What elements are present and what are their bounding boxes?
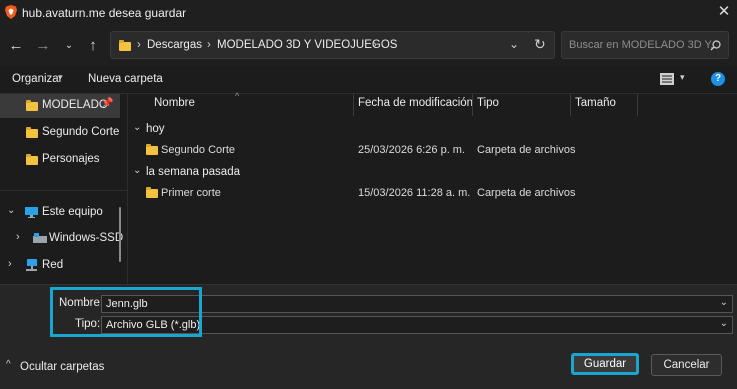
up-arrow-icon[interactable]: ↑: [83, 36, 103, 56]
breadcrumb-descargas[interactable]: Descargas: [147, 39, 202, 51]
save-button[interactable]: Guardar: [571, 353, 639, 375]
organize-button[interactable]: Organizar: [12, 73, 63, 85]
brave-icon: [5, 5, 17, 19]
group-header-la-semana-pasada[interactable]: la semana pasada: [146, 166, 240, 178]
new-folder-button[interactable]: Nueva carpeta: [88, 73, 163, 85]
recent-locations-chevron-icon[interactable]: ⌄: [59, 36, 79, 56]
breadcrumb-separator-icon: ›: [137, 39, 141, 51]
column-divider[interactable]: [472, 94, 473, 116]
sidebar-item-windows-ssd[interactable]: › Windows-SSD: [0, 227, 124, 251]
refresh-icon[interactable]: ↻: [534, 36, 546, 53]
collapse-chevron-icon[interactable]: ^: [6, 359, 11, 370]
folder-icon: [119, 40, 131, 51]
collapsed-chevron-icon[interactable]: ›: [16, 231, 20, 243]
sidebar-item-label: Windows-SSD: [49, 232, 124, 244]
folder-icon: [26, 154, 38, 165]
breadcrumb-modelado[interactable]: MODELADO 3D Y VIDEOJUEGOS: [217, 39, 397, 51]
sidebar-item-label: Este equipo: [42, 206, 103, 218]
back-arrow-icon[interactable]: ←: [6, 36, 26, 56]
address-history-chevron-icon[interactable]: ⌄: [509, 37, 519, 51]
sidebar-divider: [0, 190, 127, 191]
sidebar-item-segundo-corte[interactable]: Segundo Corte: [0, 121, 120, 145]
sidebar-scrollbar[interactable]: [119, 207, 121, 262]
folder-icon: [146, 144, 158, 155]
file-row[interactable]: Segundo Corte 25/03/2026 6:26 p. m. Carp…: [137, 140, 727, 161]
folder-icon: [26, 100, 38, 111]
file-type: Carpeta de archivos: [477, 187, 576, 199]
computer-icon: [25, 207, 38, 218]
sidebar-item-label: Red: [42, 259, 64, 271]
pin-icon: 📌: [101, 98, 114, 109]
sidebar-item-este-equipo[interactable]: ⌄ Este equipo: [0, 201, 120, 225]
cancel-button[interactable]: Cancelar: [651, 354, 722, 376]
column-header-type[interactable]: Tipo: [477, 97, 499, 109]
column-header-date[interactable]: Fecha de modificación: [358, 97, 473, 109]
group-chevron-icon[interactable]: ⌄: [133, 122, 141, 133]
file-date: 15/03/2026 11:28 a. m.: [358, 187, 471, 199]
forward-arrow-icon[interactable]: →: [33, 36, 53, 56]
sort-up-icon: ^: [235, 91, 240, 101]
file-name-dropdown-icon[interactable]: ⌄: [720, 297, 728, 308]
drive-icon: [33, 233, 47, 243]
organize-dropdown-icon[interactable]: ▾: [58, 72, 63, 83]
close-icon[interactable]: ✕: [716, 4, 732, 20]
help-icon[interactable]: ?: [711, 72, 725, 86]
window-title: hub.avaturn.me desea guardar: [22, 6, 187, 20]
column-divider[interactable]: [637, 94, 638, 116]
breadcrumb-separator-icon: ›: [373, 39, 377, 51]
file-row[interactable]: Primer corte 15/03/2026 11:28 a. m. Carp…: [137, 183, 727, 204]
file-name: Primer corte: [161, 187, 221, 199]
search-placeholder: Buscar en MODELADO 3D Y...: [569, 39, 720, 51]
sidebar-item-label: Segundo Corte: [42, 126, 120, 138]
group-chevron-icon[interactable]: ⌄: [133, 165, 141, 176]
search-icon: [710, 40, 721, 51]
file-date: 25/03/2026 6:26 p. m.: [358, 144, 466, 156]
column-header-name[interactable]: Nombre: [154, 97, 195, 109]
pane-divider[interactable]: [127, 94, 128, 284]
sidebar-item-red[interactable]: › Red: [0, 254, 120, 278]
column-header-size[interactable]: Tamaño: [575, 97, 616, 109]
hide-folders-button[interactable]: Ocultar carpetas: [20, 361, 104, 373]
folder-icon: [26, 127, 38, 138]
expanded-chevron-icon[interactable]: ⌄: [7, 205, 15, 216]
file-type: Carpeta de archivos: [477, 144, 576, 156]
sidebar-item-label: MODELADO: [42, 99, 108, 111]
file-type-dropdown-icon[interactable]: ⌄: [720, 318, 728, 329]
search-input[interactable]: Buscar en MODELADO 3D Y...: [561, 31, 729, 59]
sidebar-item-label: Personajes: [42, 153, 100, 165]
column-divider[interactable]: [353, 94, 354, 116]
folder-icon: [146, 187, 158, 198]
view-options-icon[interactable]: [660, 73, 674, 85]
highlight-box: [50, 287, 202, 337]
sidebar-item-personajes[interactable]: Personajes: [0, 148, 120, 172]
view-dropdown-icon[interactable]: ▾: [680, 72, 685, 83]
network-icon: [26, 259, 37, 271]
column-divider[interactable]: [570, 94, 571, 116]
breadcrumb-separator-icon: ›: [207, 39, 211, 51]
address-bar[interactable]: › Descargas › MODELADO 3D Y VIDEOJUEGOS …: [110, 31, 555, 59]
sidebar-item-modelado[interactable]: MODELADO 📌: [0, 94, 120, 118]
collapsed-chevron-icon[interactable]: ›: [8, 258, 12, 270]
group-header-hoy[interactable]: hoy: [146, 123, 165, 135]
file-name: Segundo Corte: [161, 144, 235, 156]
